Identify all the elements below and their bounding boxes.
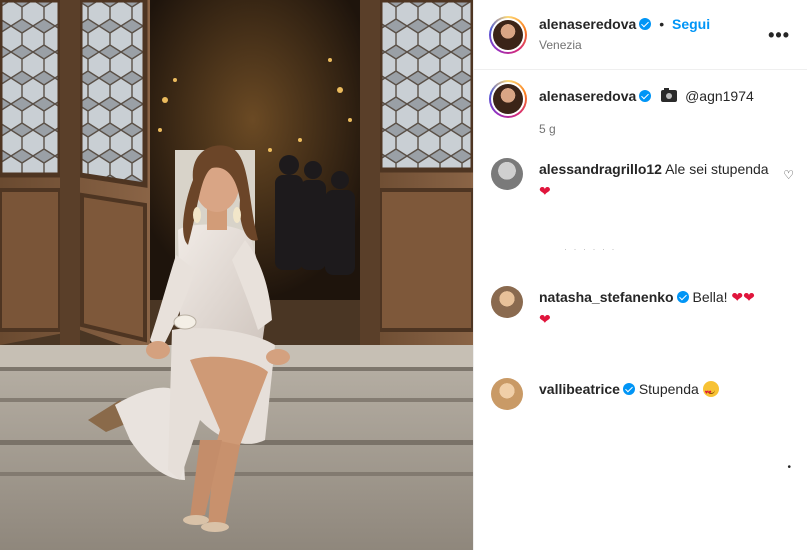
- caption-author-username[interactable]: alenaseredova: [539, 88, 636, 104]
- commenter-avatar[interactable]: [491, 158, 523, 190]
- post-location[interactable]: Venezia: [539, 38, 582, 52]
- commenter-avatar[interactable]: [491, 378, 523, 410]
- follow-button[interactable]: Segui: [672, 16, 710, 32]
- comment-text: Stupenda: [638, 381, 699, 397]
- author-username[interactable]: alenaseredova: [539, 16, 636, 32]
- verified-badge-icon: [676, 291, 689, 303]
- commenter-avatar[interactable]: [491, 286, 523, 318]
- camera-emoji-icon: [661, 88, 678, 102]
- smiling-face-with-hearts-icon: [702, 381, 719, 404]
- verified-badge-icon: [639, 18, 652, 30]
- caption-mention-link[interactable]: @agn1974: [685, 88, 754, 104]
- like-comment-heart-icon[interactable]: ♡: [783, 168, 794, 182]
- comment-text: Ale sei stupenda: [665, 161, 769, 177]
- red-heart-emoji-icon: ❤: [539, 183, 551, 199]
- loading-dot-icon: •: [787, 462, 791, 473]
- author-avatar[interactable]: [489, 16, 527, 54]
- more-options-icon[interactable]: •••: [768, 25, 790, 46]
- red-heart-emoji-icon: ❤: [539, 311, 551, 327]
- comment-body: alessandragrillo12 Ale sei stupenda ❤: [539, 158, 779, 202]
- comment-body: natasha_stefanenko Bella! ❤❤ ❤: [539, 286, 779, 330]
- author-line: alenaseredova • Segui: [539, 16, 710, 32]
- post-side-panel: alenaseredova • Segui Venezia ••• alenas…: [473, 0, 807, 550]
- commenter-username[interactable]: natasha_stefanenko: [539, 289, 674, 305]
- verified-badge-icon: [622, 383, 635, 395]
- post-header: alenaseredova • Segui Venezia •••: [474, 0, 807, 70]
- separator-dot: •: [659, 16, 665, 32]
- commenter-username[interactable]: vallibeatrice: [539, 381, 620, 397]
- post-time[interactable]: 5 g: [539, 122, 556, 136]
- caption-author-avatar[interactable]: [489, 80, 527, 118]
- verified-badge-icon: [639, 90, 652, 102]
- post-photo[interactable]: [0, 0, 473, 550]
- comment-text: Bella!: [692, 289, 728, 305]
- red-heart-emoji-icon: ❤: [731, 289, 744, 305]
- caption-line: alenaseredova @agn1974: [539, 88, 754, 104]
- faded-divider: · · · · · ·: [564, 244, 617, 254]
- red-heart-emoji-icon: ❤: [743, 289, 755, 305]
- photo-illustration: [0, 0, 473, 550]
- commenter-username[interactable]: alessandragrillo12: [539, 161, 662, 177]
- comment-body: vallibeatrice Stupenda: [539, 378, 779, 404]
